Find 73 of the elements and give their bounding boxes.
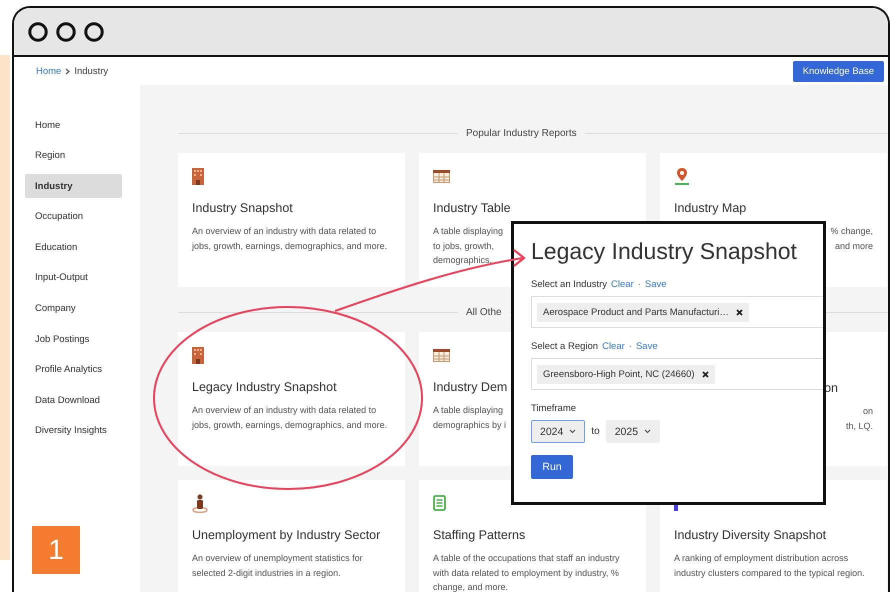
sidebar-item[interactable]: Region [25, 144, 122, 168]
card-description: A table displaying [433, 225, 504, 238]
sidebar-item[interactable]: Job Postings [25, 327, 122, 352]
chevron-icon [65, 68, 70, 74]
card-title: Unemployment by Industry Sector [192, 528, 382, 542]
card-description: A ranking of employment distribution across industry clusters compared to the typical region. [674, 552, 866, 580]
field-label: Timeframe [531, 403, 576, 414]
card-title: Industry Diversity Snapshot [674, 528, 828, 542]
card-description: An overview of an industry with data related to jobs, growth, earnings, demographics, and more. [192, 225, 388, 253]
field-label: Select an Industry [531, 279, 608, 290]
knowledge-base-button[interactable]: Knowledge Base [792, 60, 884, 82]
card-title: Staffing Patterns [433, 528, 526, 542]
sidebar-item[interactable]: Data Download [25, 388, 122, 412]
field-action-link[interactable]: Clear [602, 341, 625, 352]
window-control-icon[interactable] [84, 22, 104, 42]
range-connector: to [591, 426, 600, 437]
remove-icon[interactable] [702, 370, 709, 378]
card-description: demographics by i [433, 418, 506, 432]
building-icon [192, 346, 204, 364]
card-title: Industry Snapshot [192, 201, 294, 215]
table-icon [433, 348, 450, 362]
breadcrumb-current: Industry [74, 66, 108, 76]
card-title: Industry Dem [433, 380, 508, 394]
card-description: A table of the occupations that staff an industry with data related to employment by industry, % change, and more. [433, 552, 620, 592]
section-heading: Popular Industry Reports [466, 128, 577, 138]
report-card[interactable]: Unemployment by Industry Sector An overview of unemployment statistics for selected 2-digit industries in a region. [178, 480, 405, 592]
table-icon [433, 170, 450, 182]
sidebar-item[interactable]: Diversity Insights [25, 418, 122, 443]
caret-icon [569, 429, 576, 434]
card-description: An overview of an industry with data related to jobs, growth, earnings, demographics, and more. [192, 404, 388, 432]
sidebar-item[interactable]: Home [25, 113, 122, 137]
step-badge: 1 [32, 526, 80, 574]
field-action-link[interactable]: Save [636, 341, 658, 352]
sidebar-item[interactable]: Input-Output [25, 266, 122, 290]
sidebar-item[interactable]: Industry [25, 174, 122, 198]
card-description: and more [834, 240, 873, 252]
chip-label: Greensboro-High Point, NC (24660) [543, 368, 695, 380]
card-description: A table displaying [433, 404, 504, 417]
card-description: demographics, [433, 254, 492, 267]
card-title: Legacy Industry Snapshot [192, 380, 338, 394]
breadcrumb-link[interactable]: Home [36, 66, 62, 76]
window-control-icon[interactable] [56, 22, 76, 42]
map-pin-icon [674, 167, 690, 185]
sidebar-item[interactable]: Occupation [25, 204, 122, 229]
select-field[interactable]: Aerospace Product and Parts Manufacturi… [531, 296, 823, 328]
chip-label: Aerospace Product and Parts Manufacturi… [543, 306, 729, 318]
year-select[interactable]: 2025 [606, 420, 660, 443]
select-field[interactable]: Greensboro-High Point, NC (24660) [531, 358, 823, 390]
card-description: on [862, 405, 873, 418]
card-description: to jobs, growth, [433, 240, 494, 253]
remove-icon[interactable] [736, 308, 743, 316]
report-card[interactable]: Industry Snapshot An overview of an industry with data related to jobs, growth, earnings, demographics, and more. [178, 153, 405, 287]
card-description: % change, [830, 225, 873, 238]
sidebar-item[interactable]: Company [25, 296, 122, 321]
card-description: An overview of unemployment statistics for selected 2-digit industries in a region. [192, 552, 364, 580]
card-title: Industry Table [433, 201, 512, 215]
card-description: th, LQ. [846, 420, 873, 433]
caret-icon [644, 429, 652, 434]
card-title: Industry Map [674, 201, 748, 215]
separator-dot: · [628, 341, 632, 352]
report-card[interactable]: Legacy Industry Snapshot An overview of an industry with data related to jobs, growth, earnings, demographics, and more. [178, 332, 405, 466]
field-label: Select a Region [531, 341, 598, 352]
separator-dot: · [638, 279, 641, 290]
document-icon [433, 495, 446, 511]
window-control-icon[interactable] [28, 22, 48, 42]
run-button[interactable]: Run [531, 455, 573, 479]
person-icon [192, 494, 208, 512]
sidebar-item[interactable]: Education [25, 235, 122, 260]
field-action-link[interactable]: Clear [611, 279, 634, 290]
year-select[interactable]: 2024 [531, 420, 586, 443]
section-heading: All Othe [466, 306, 502, 318]
building-icon [192, 168, 204, 184]
sidebar-item[interactable]: Profile Analytics [25, 358, 122, 382]
